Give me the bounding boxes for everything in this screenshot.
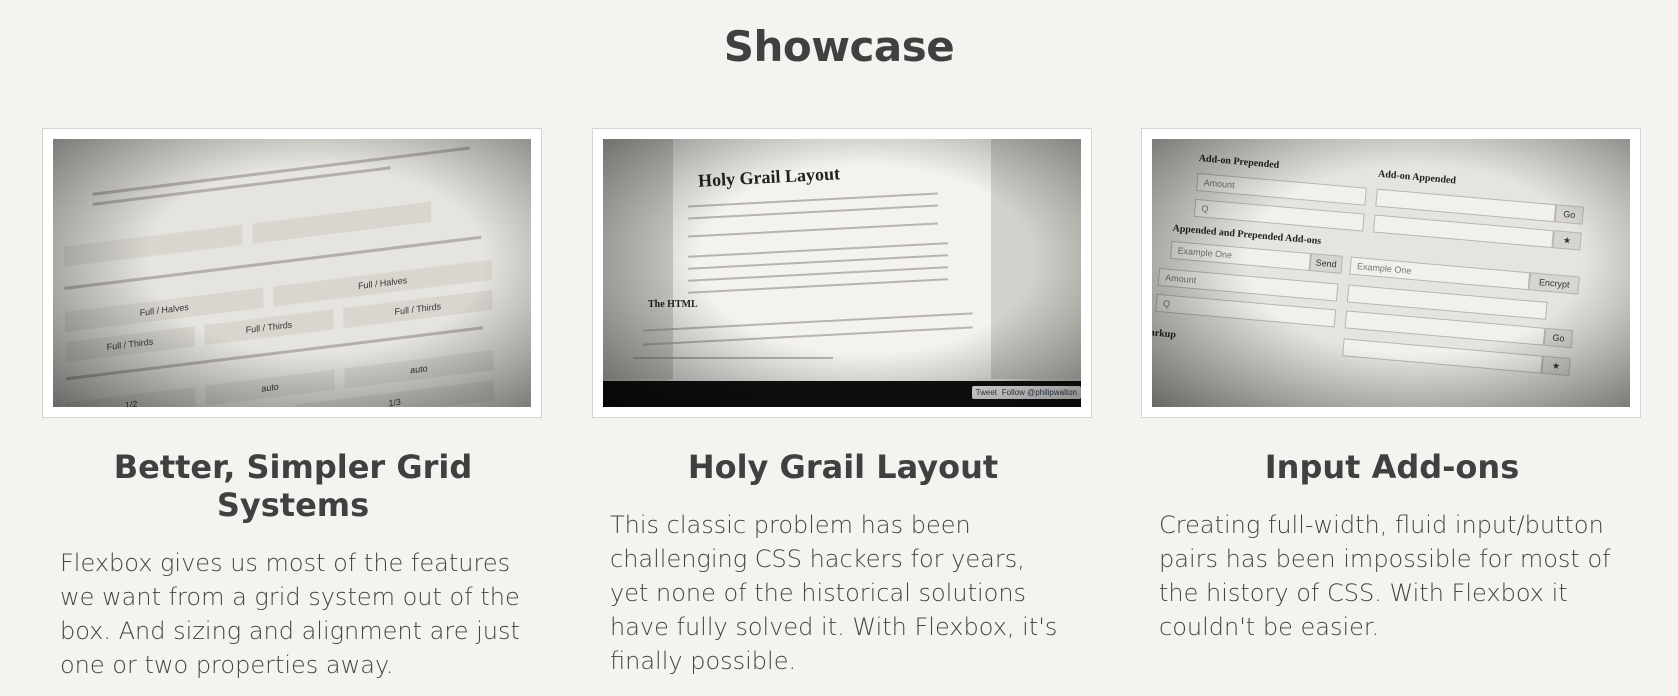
- grid-cell: Full / Thirds: [65, 326, 195, 363]
- card-heading[interactable]: Better, Simpler Grid Systems: [42, 448, 544, 524]
- preview-input: Example One: [1169, 240, 1311, 272]
- grid-cell: auto: [205, 369, 335, 406]
- preview-image-holy-grail[interactable]: Holy Grail Layout The HTML Tweet Follow …: [603, 139, 1081, 407]
- preview-frame[interactable]: Holy Grail Layout The HTML Tweet Follow …: [592, 128, 1092, 418]
- preview-label: Add-on Prepended: [1198, 152, 1280, 171]
- preview-image-grid[interactable]: Full / Halves Full / Halves Full / Third…: [53, 139, 531, 407]
- tweet-button: Tweet: [971, 386, 1001, 399]
- showcase-card-holy-grail: Holy Grail Layout The HTML Tweet Follow …: [592, 128, 1094, 678]
- preview-frame[interactable]: Add-on Prepended Add-on Appended Amount …: [1141, 128, 1641, 418]
- card-description: Creating full-width, fluid input/button …: [1159, 511, 1611, 641]
- card-heading[interactable]: Input Add-ons: [1141, 448, 1643, 486]
- preview-addon: Encrypt: [1528, 272, 1580, 295]
- showcase-card-input-addons: Add-on Prepended Add-on Appended Amount …: [1141, 128, 1643, 644]
- card-description: This classic problem has been challengin…: [610, 511, 1058, 675]
- grid-cell: Full / Thirds: [204, 309, 334, 346]
- preview-image-input-addons[interactable]: Add-on Prepended Add-on Appended Amount …: [1152, 139, 1630, 407]
- page-title: Showcase: [723, 22, 955, 71]
- follow-button: Follow @philipwalton: [997, 386, 1081, 399]
- preview-label: Add-on Appended: [1377, 168, 1457, 187]
- card-heading[interactable]: Holy Grail Layout: [592, 448, 1094, 486]
- preview-addon: Send: [1309, 253, 1343, 274]
- preview-label: e Markup: [1152, 326, 1177, 341]
- grid-cell: Full / Thirds: [343, 289, 493, 329]
- preview-addon: Go: [1554, 204, 1585, 225]
- preview-subtitle: The HTML: [648, 299, 698, 310]
- grid-cell: 1/2: [66, 386, 196, 407]
- preview-frame[interactable]: Full / Halves Full / Halves Full / Third…: [42, 128, 542, 418]
- card-description: Flexbox gives us most of the features we…: [60, 549, 520, 679]
- showcase-card-grid: Full / Halves Full / Halves Full / Third…: [42, 128, 544, 682]
